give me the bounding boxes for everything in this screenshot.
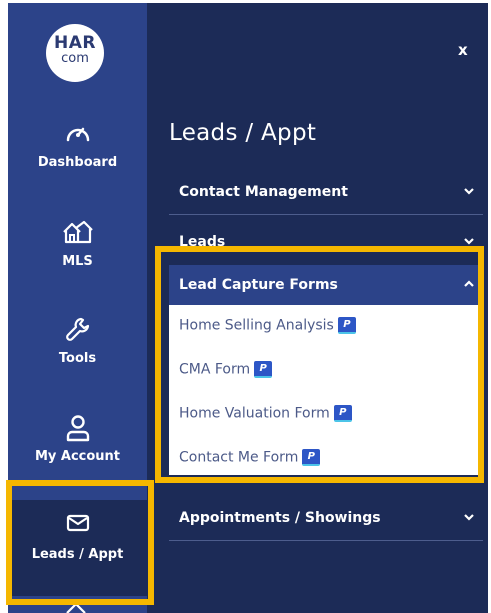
rail-item-mls[interactable]: MLS bbox=[8, 207, 147, 303]
chevron-down-icon bbox=[463, 184, 475, 200]
logo-line1: HAR bbox=[54, 33, 96, 53]
chevron-down-icon bbox=[463, 510, 475, 526]
menu-item-label: Home Selling Analysis bbox=[179, 317, 334, 334]
chevron-down-icon bbox=[463, 234, 475, 250]
panel-title: Leads / Appt bbox=[169, 120, 317, 146]
rail-label-mls: MLS bbox=[62, 254, 93, 269]
rail-item-dashboard[interactable]: Dashboard bbox=[8, 108, 147, 204]
wrench-icon bbox=[8, 316, 147, 344]
menu-item-contact-me-form[interactable]: Contact Me Form P bbox=[179, 449, 321, 466]
rail-item-tools[interactable]: Tools bbox=[8, 304, 147, 400]
envelope-icon bbox=[8, 512, 147, 540]
section-label: Leads bbox=[179, 234, 226, 250]
navigation-drawer: HAR com Dashboard MLS Tools My Account L… bbox=[8, 3, 488, 613]
icon-rail: HAR com Dashboard MLS Tools My Account L… bbox=[8, 3, 147, 613]
menu-item-home-selling-analysis[interactable]: Home Selling Analysis P bbox=[179, 317, 356, 334]
logo-line2: com bbox=[61, 51, 89, 66]
close-button[interactable]: x bbox=[458, 41, 468, 59]
houses-icon bbox=[8, 219, 147, 247]
rail-item-my-account[interactable]: My Account bbox=[8, 402, 147, 498]
rail-label-leads-appt: Leads / Appt bbox=[31, 547, 124, 562]
section-leads[interactable]: Leads bbox=[169, 220, 483, 264]
gauge-icon bbox=[8, 120, 147, 148]
menu-item-label: Home Valuation Form bbox=[179, 405, 330, 422]
rail-label-my-account: My Account bbox=[34, 449, 121, 464]
rail-label-tools: Tools bbox=[58, 351, 97, 366]
lead-capture-forms-submenu: Lead Capture Forms Home Selling Analysis… bbox=[169, 265, 483, 475]
user-icon bbox=[8, 414, 147, 442]
section-lead-capture-forms[interactable]: Lead Capture Forms bbox=[169, 265, 483, 305]
section-appointments-showings[interactable]: Appointments / Showings bbox=[169, 496, 483, 540]
section-contact-management[interactable]: Contact Management bbox=[169, 170, 483, 214]
chevron-up-icon bbox=[463, 277, 475, 293]
section-label: Contact Management bbox=[179, 184, 348, 200]
section-label: Appointments / Showings bbox=[179, 510, 381, 526]
pro-badge: P bbox=[254, 361, 273, 378]
divider bbox=[169, 540, 483, 541]
har-logo[interactable]: HAR com bbox=[46, 24, 104, 82]
divider bbox=[169, 214, 483, 215]
section-label: Lead Capture Forms bbox=[179, 277, 338, 293]
pro-badge: P bbox=[333, 405, 352, 422]
menu-item-home-valuation-form[interactable]: Home Valuation Form P bbox=[179, 405, 352, 422]
pro-badge: P bbox=[337, 317, 356, 334]
next-rail-icon bbox=[63, 599, 89, 613]
rail-item-leads-appt[interactable]: Leads / Appt bbox=[8, 500, 147, 596]
pro-badge: P bbox=[302, 449, 321, 466]
menu-item-label: CMA Form bbox=[179, 361, 251, 378]
menu-item-cma-form[interactable]: CMA Form P bbox=[179, 361, 273, 378]
menu-item-label: Contact Me Form bbox=[179, 449, 299, 466]
rail-label-dashboard: Dashboard bbox=[37, 155, 118, 170]
